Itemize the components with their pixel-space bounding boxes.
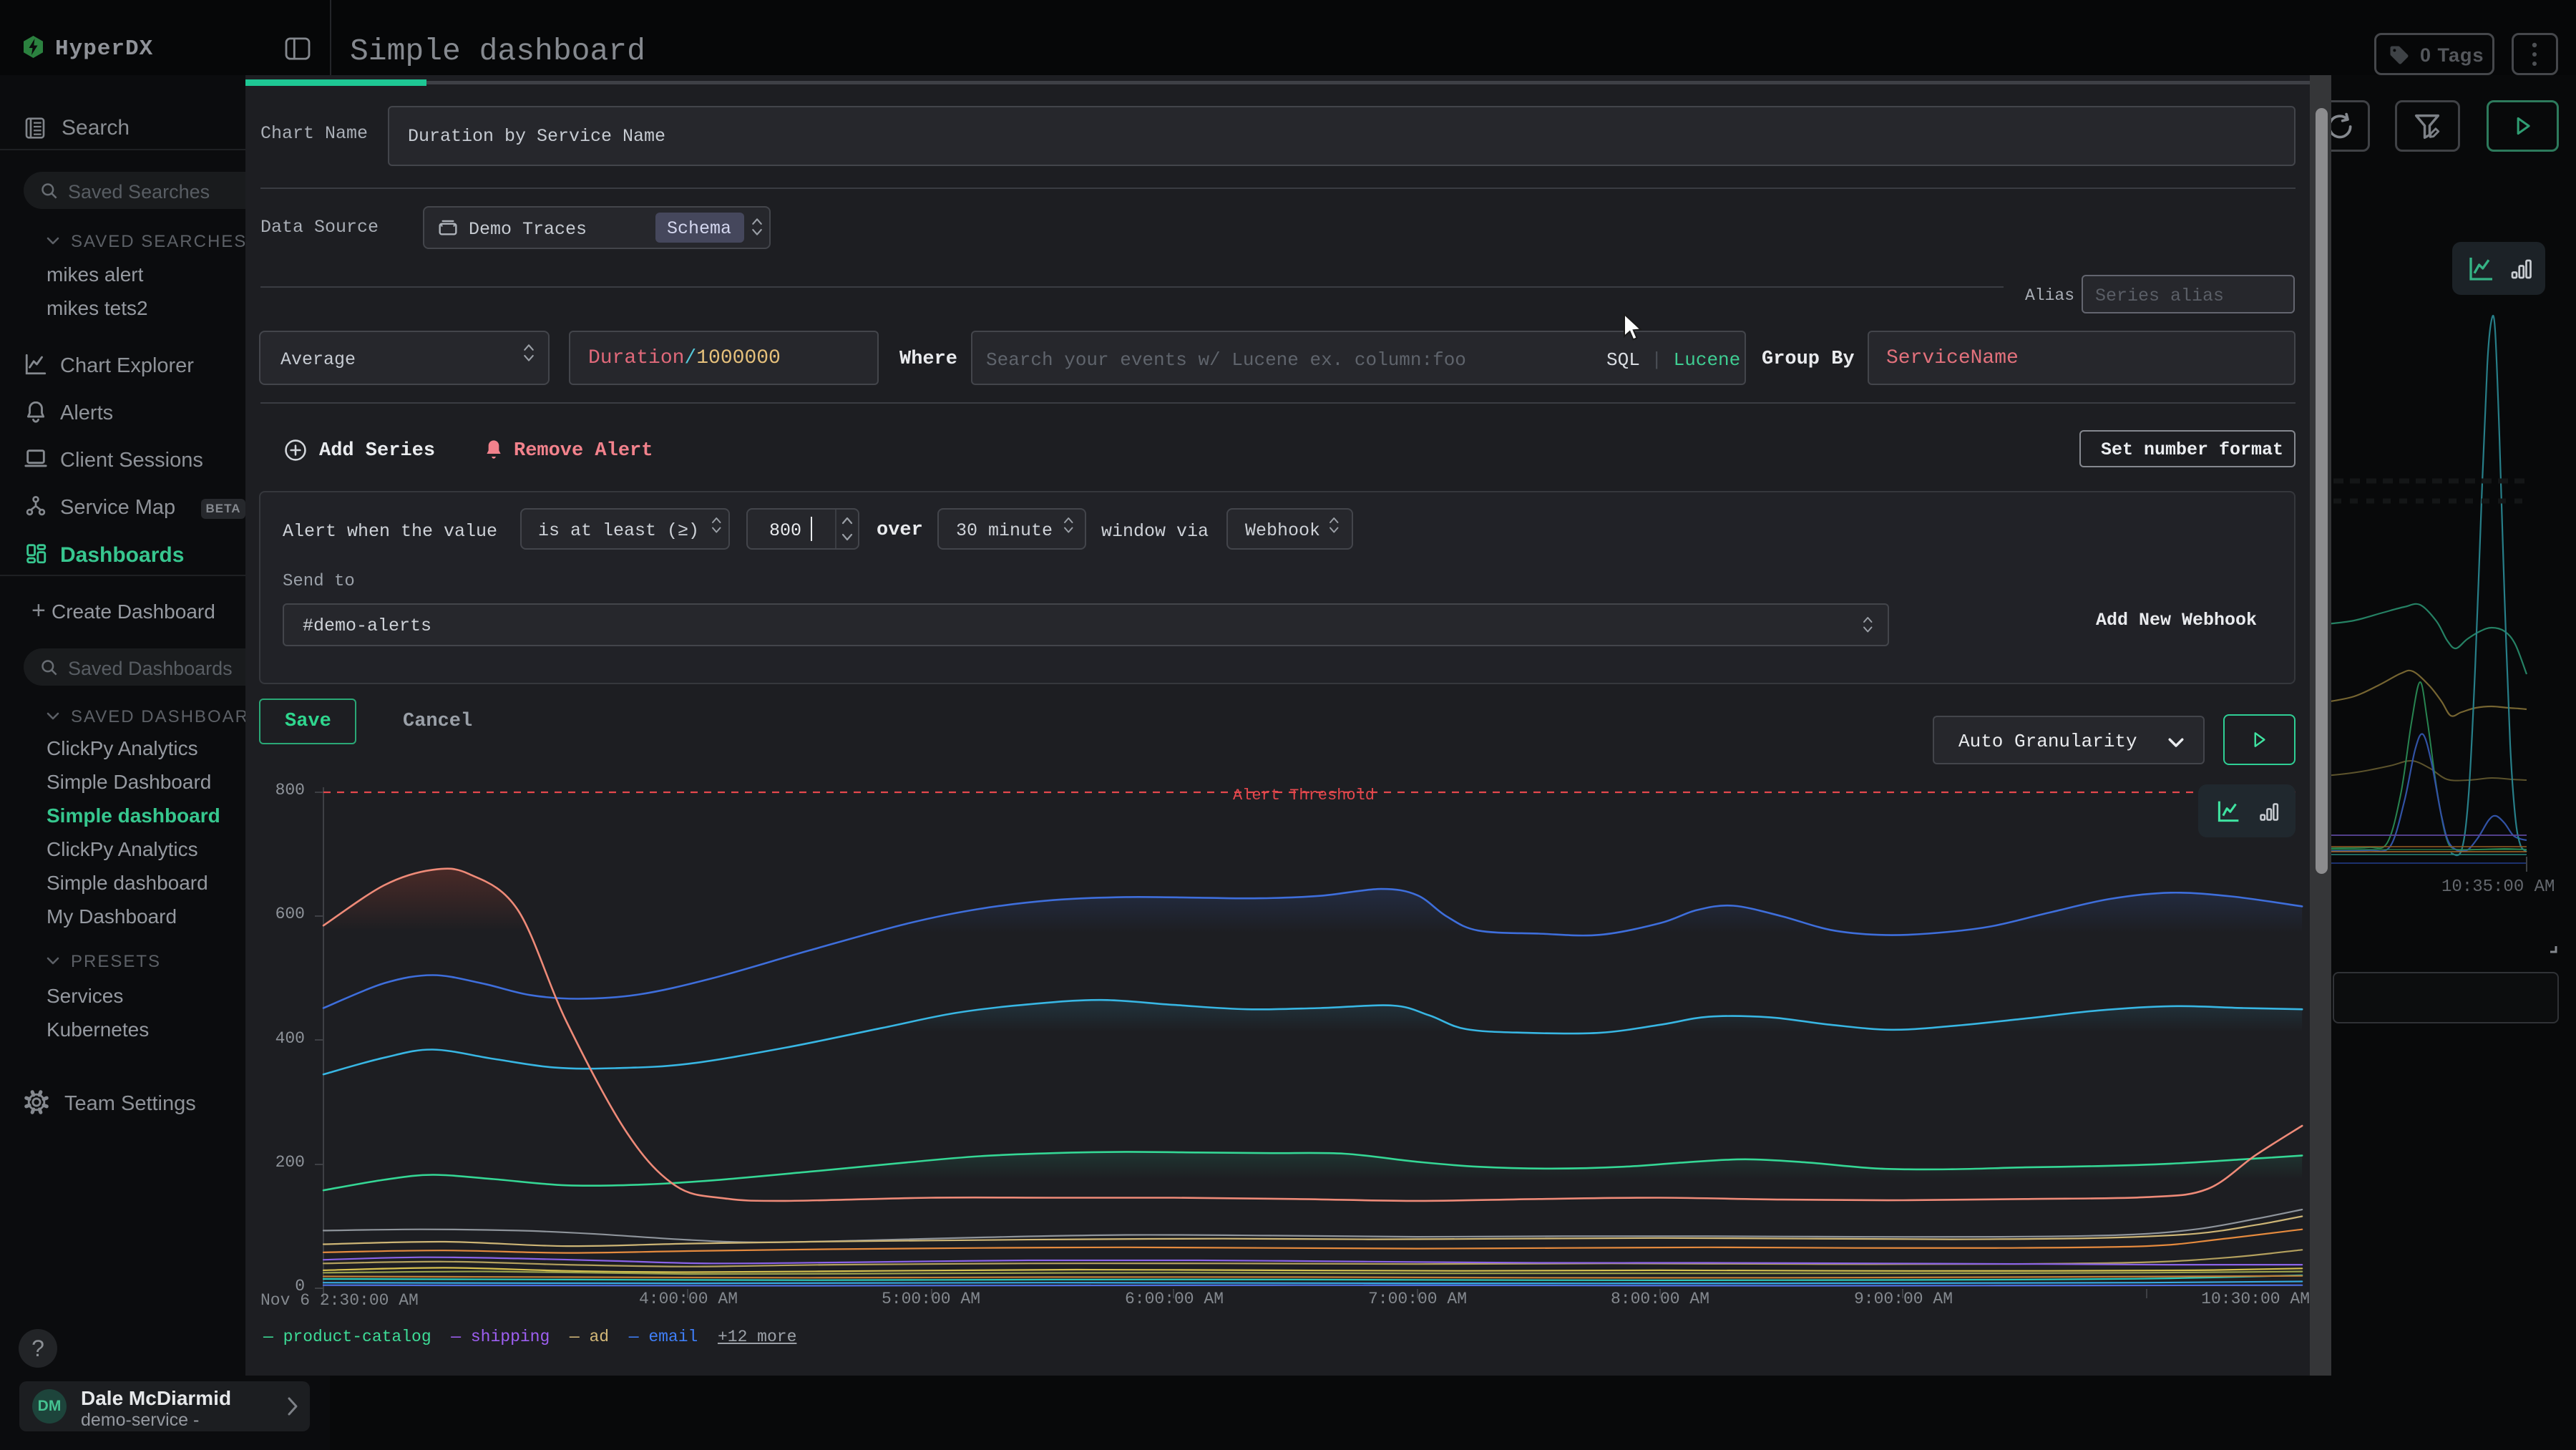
svg-text:Alert Threshold: Alert Threshold [1233, 787, 1375, 804]
